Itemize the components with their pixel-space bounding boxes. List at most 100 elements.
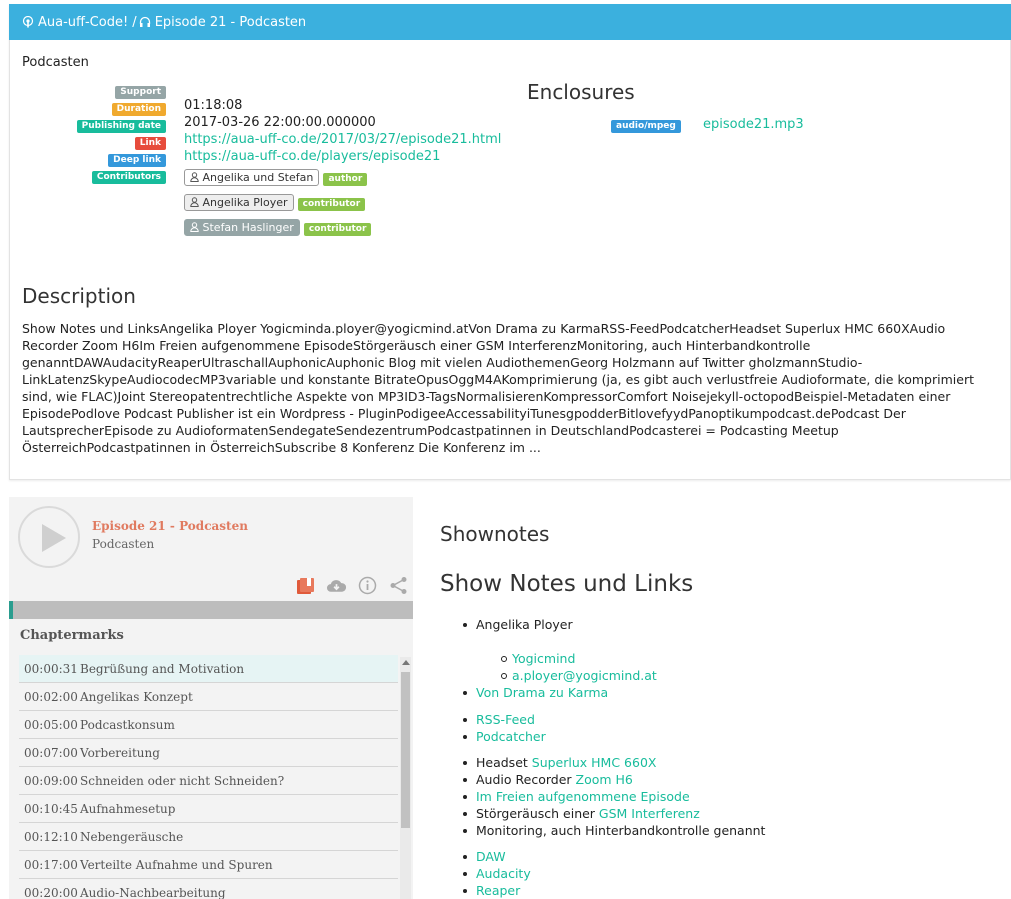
chapter-item[interactable]: 00:17:00 Verteilte Aufnahme und Spuren	[19, 851, 398, 879]
scroll-up-icon[interactable]	[402, 660, 410, 665]
enclosure-row: audio/mpeg episode21.mp3	[611, 117, 804, 133]
chapter-title: Verteilte Aufnahme und Spuren	[80, 858, 273, 872]
list-item: Monitoring, auch Hinterbandkontrolle gen…	[462, 823, 766, 838]
headset-label: Headset	[476, 755, 532, 770]
breadcrumb-episode: Episode 21 - Podcasten	[154, 14, 307, 30]
contributor-name: Angelika Ployer	[202, 196, 288, 209]
contributor-chip[interactable]: Angelika Ployer	[184, 194, 294, 211]
chapter-time: 00:17:00	[24, 858, 78, 872]
user-icon	[190, 172, 199, 182]
episode-link[interactable]: https://aua-uff-co.de/2017/03/27/episode…	[184, 132, 501, 147]
chapters-icon	[296, 577, 314, 594]
chapter-title: Begrüßung and Motivation	[80, 662, 245, 676]
chapter-title: Angelikas Konzept	[80, 690, 193, 704]
shownotes-title: Shownotes	[440, 522, 550, 546]
list-item: Störgeräusch einer GSM Interferenz	[462, 805, 765, 822]
player-toolbar	[295, 575, 409, 596]
support-badge: Support	[115, 86, 166, 99]
publishing-date-badge: Publishing date	[76, 120, 166, 133]
duration-badge: Duration	[111, 103, 166, 116]
podcast-name-label: Podcasten	[22, 55, 89, 70]
contributor-row: Stefan Haslinger contributor	[184, 219, 372, 236]
description-title: Description	[22, 284, 136, 308]
chapter-time: 00:00:31	[24, 662, 78, 676]
podcatcher-link[interactable]: Podcatcher	[476, 729, 546, 744]
contributor-name: Angelika und Stefan	[202, 171, 314, 184]
enclosures-title: Enclosures	[527, 80, 635, 104]
meta-labels: Support Duration Publishing date Link De…	[76, 83, 166, 185]
chapter-item[interactable]: 00:05:00 Podcastkonsum	[19, 711, 398, 739]
chapter-title: Vorbereitung	[80, 746, 160, 760]
chapter-item[interactable]: 00:20:00 Audio-Nachbearbeitung	[19, 879, 398, 899]
chapter-title: Podcastkonsum	[80, 718, 175, 732]
play-button[interactable]	[18, 506, 80, 568]
recorder-link[interactable]: Zoom H6	[576, 772, 633, 787]
audacity-link[interactable]: Audacity	[476, 866, 531, 881]
rss-feed-link[interactable]: RSS-Feed	[476, 712, 535, 727]
chapter-item[interactable]: 00:12:10 Nebengeräusche	[19, 823, 398, 851]
header-bar: Aua-uff-Code! / Episode 21 - Podcasten	[9, 4, 1011, 40]
contributor-chip[interactable]: Angelika und Stefan	[184, 169, 320, 186]
headphones-icon	[139, 16, 150, 27]
deep-link[interactable]: https://aua-uff-co.de/players/episode21	[184, 149, 440, 164]
reaper-link[interactable]: Reaper	[476, 883, 520, 898]
chapter-time: 00:10:45	[24, 802, 78, 816]
duration-value: 01:18:08	[184, 98, 243, 113]
chapter-item[interactable]: 00:10:45 Aufnahmesetup	[19, 795, 398, 823]
chapter-list: 00:00:31 Begrüßung and Motivation 00:02:0…	[19, 655, 398, 899]
yogicmind-link[interactable]: Yogicmind	[512, 651, 575, 666]
enclosure-file-link[interactable]: episode21.mp3	[703, 117, 804, 132]
play-icon	[42, 524, 66, 552]
chapter-title: Nebengeräusche	[80, 830, 184, 844]
contributor-row: Angelika Ployer contributor	[184, 194, 366, 211]
list-item: Angelika Ployer	[463, 616, 657, 633]
user-icon	[190, 222, 199, 232]
breadcrumb-podcast-link[interactable]: Aua-uff-Code! /	[38, 15, 137, 30]
progress-bar[interactable]	[9, 601, 413, 619]
podcast-icon	[22, 16, 34, 28]
contributor-name: Stefan Haslinger	[202, 221, 294, 234]
shownotes-heading: Show Notes und Links	[440, 571, 694, 597]
chapter-time: 00:20:00	[24, 886, 78, 899]
shownotes-list: RSS-Feed Podcatcher	[463, 711, 546, 745]
mime-type-badge: audio/mpeg	[611, 120, 681, 133]
contributor-chip[interactable]: Stefan Haslinger	[184, 219, 300, 236]
gsm-interference-link[interactable]: GSM Interferenz	[599, 806, 700, 821]
chapter-time: 00:02:00	[24, 690, 78, 704]
chapter-scrollbar[interactable]	[400, 657, 411, 899]
scrollbar-thumb[interactable]	[401, 672, 410, 828]
chapter-time: 00:07:00	[24, 746, 78, 760]
meta-values: 01:18:08 2017-03-26 22:00:00.000000 http…	[184, 97, 501, 165]
player-episode-subtitle: Podcasten	[92, 537, 155, 551]
list-item: Audio Recorder Zoom H6	[462, 771, 765, 788]
shownotes-list: Angelika Ployer Yogicmind a.ployer@yogic…	[463, 616, 657, 701]
chapter-item[interactable]: 00:09:00 Schneiden oder nicht Schneiden?	[19, 767, 398, 795]
info-icon	[358, 576, 377, 595]
chapter-item[interactable]: 00:07:00 Vorbereitung	[19, 739, 398, 767]
contributors-badge: Contributors	[91, 171, 166, 184]
player-episode-title: Episode 21 - Podcasten	[92, 519, 248, 533]
email-link[interactable]: a.ployer@yogicmind.at	[512, 668, 657, 683]
link-badge: Link	[134, 137, 166, 150]
download-button[interactable]	[326, 575, 347, 596]
share-icon	[390, 577, 407, 594]
noise-label: Störgeräusch einer	[476, 806, 599, 821]
chapter-item[interactable]: 00:02:00 Angelikas Konzept	[19, 683, 398, 711]
chapter-time: 00:05:00	[24, 718, 78, 732]
shownotes-list: DAW Audacity Reaper	[463, 848, 531, 899]
share-button[interactable]	[388, 575, 409, 596]
cloud-download-icon	[326, 579, 347, 592]
daw-link[interactable]: DAW	[476, 849, 506, 864]
role-badge: contributor	[303, 223, 372, 236]
chaptermarks-title: Chaptermarks	[20, 628, 124, 643]
info-button[interactable]	[357, 575, 378, 596]
description-text: Show Notes und LinksAngelika Ployer Yogi…	[22, 321, 974, 455]
chapter-title: Aufnahmesetup	[80, 802, 176, 816]
chapter-item[interactable]: 00:00:31 Begrüßung and Motivation	[19, 655, 398, 683]
chapters-button[interactable]	[295, 575, 316, 596]
drama-karma-link[interactable]: Von Drama zu Karma	[476, 685, 608, 700]
headset-link[interactable]: Superlux HMC 660X	[532, 755, 657, 770]
user-icon	[190, 197, 199, 207]
outdoor-episode-link[interactable]: Im Freien aufgenommene Episode	[476, 789, 690, 804]
recorder-label: Audio Recorder	[476, 772, 576, 787]
